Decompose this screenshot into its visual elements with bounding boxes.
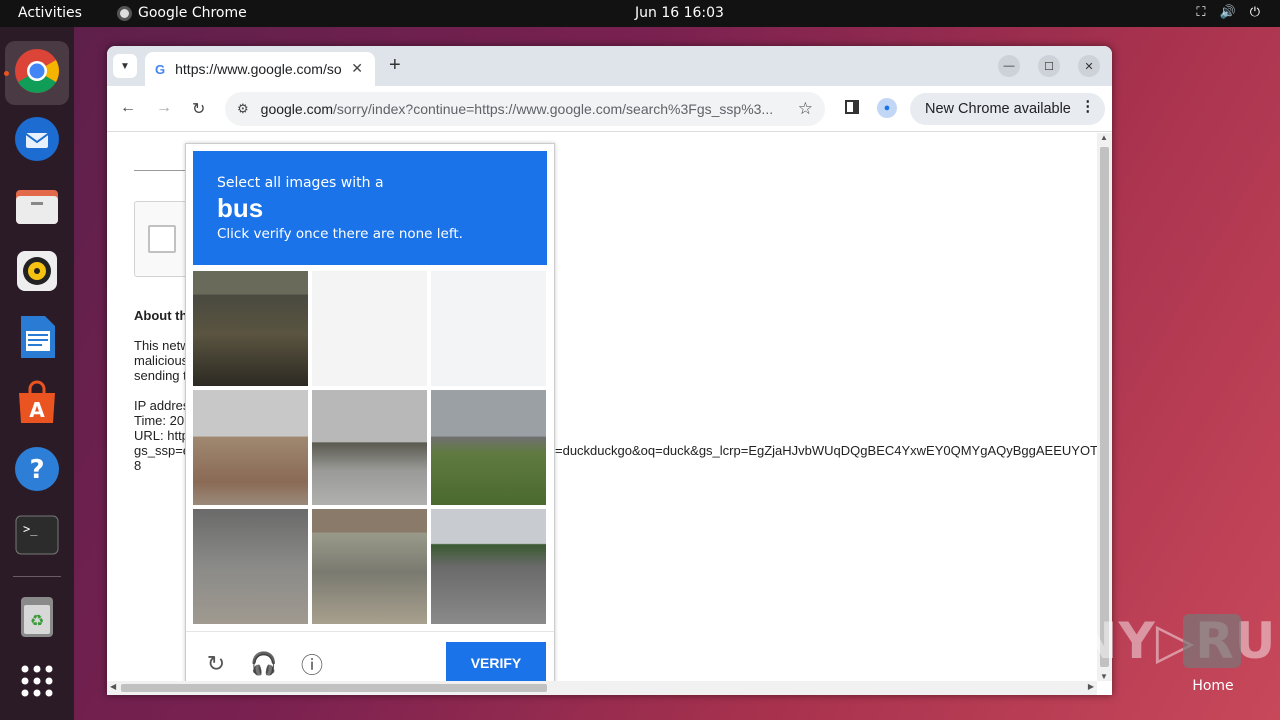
volume-icon: 🔊 (1219, 5, 1236, 20)
horizontal-scroll-thumb[interactable] (121, 684, 547, 692)
browser-toolbar: ← → ↻ ⚙ google.com/sorry/index?continue=… (107, 86, 1112, 132)
tab-title: https://www.google.com/sorry/index (175, 61, 342, 77)
menu-dots-icon: ⋮ (1080, 99, 1096, 115)
para-line: sending t (134, 368, 187, 383)
captcha-subinstruction: Click verify once there are none left. (217, 226, 463, 242)
captcha-tile[interactable] (193, 509, 308, 624)
captcha-tile[interactable] (431, 271, 546, 386)
writer-icon[interactable] (13, 313, 61, 361)
about-paragraph: This netw malicious sending t (134, 338, 190, 383)
minimize-button[interactable]: — (998, 55, 1020, 77)
new-chrome-available-button[interactable]: New Chrome available ⋮ (910, 93, 1105, 125)
anyrun-watermark: ANY▷RUN (1036, 612, 1280, 670)
tab-search-button[interactable]: ▼ (113, 54, 137, 78)
files-icon[interactable] (13, 182, 61, 230)
ip-line: IP addres (134, 398, 190, 413)
app-grid-icon[interactable] (13, 657, 61, 705)
chrome-window: ▼ G https://www.google.com/sorry/index ✕… (107, 46, 1112, 695)
chrome-icon[interactable] (13, 47, 61, 95)
captcha-tile[interactable] (312, 271, 427, 386)
vertical-scrollbar[interactable]: ▲ ▼ (1097, 133, 1112, 681)
captcha-target: bus (217, 193, 264, 223)
captcha-tile[interactable] (312, 509, 427, 624)
url-line-cont: gs_ssp=e (134, 443, 191, 458)
recaptcha-checkbox[interactable] (148, 225, 176, 253)
audio-challenge-icon[interactable]: 🎧 (250, 651, 277, 677)
chrome-small-icon (117, 5, 132, 21)
side-panel-icon[interactable] (845, 100, 859, 114)
request-details: IP addres Time: 20 URL: http gs_ssp=e 8 (134, 398, 190, 473)
para-line: malicious (134, 353, 189, 368)
page-content: About th This netw malicious sending t I… (107, 133, 1098, 691)
url-tail-text: =duckduckgo&oq=duck&gs_lcrp=EgZjaHJvbWUq… (555, 443, 1098, 458)
svg-text:?: ? (29, 455, 44, 485)
app-name: Google Chrome (138, 5, 247, 21)
maximize-button[interactable]: ☐ (1038, 55, 1060, 77)
running-indicator (4, 71, 9, 76)
chevron-down-icon: ▼ (120, 60, 130, 72)
terminal-icon[interactable]: >_ (13, 511, 61, 559)
activities-button[interactable]: Activities (18, 5, 82, 21)
app-menu[interactable]: Google Chrome (117, 5, 247, 21)
help-icon[interactable]: ? (13, 445, 61, 493)
new-tab-button[interactable]: + (389, 54, 401, 77)
thunderbird-icon[interactable] (13, 115, 61, 163)
dock-separator (13, 576, 61, 577)
back-button[interactable]: ← (120, 99, 136, 117)
captcha-tile[interactable] (431, 390, 546, 505)
tab-strip: ▼ G https://www.google.com/sorry/index ✕… (107, 46, 1112, 86)
svg-text:A: A (29, 398, 45, 422)
captcha-challenge: Select all images with a bus Click verif… (185, 143, 555, 691)
clock[interactable]: Jun 16 16:03 (635, 5, 724, 21)
para-line: This netw (134, 338, 190, 353)
reload-button[interactable]: ↻ (192, 99, 205, 119)
url-line: URL: http (134, 428, 189, 443)
verify-button[interactable]: VERIFY (446, 642, 546, 684)
reload-challenge-icon[interactable]: ↻ (203, 651, 229, 677)
home-label: Home (1192, 678, 1234, 694)
google-favicon-icon: G (155, 61, 166, 77)
network-icon: ⛶ (1196, 5, 1206, 20)
vertical-scroll-thumb[interactable] (1100, 147, 1109, 667)
address-bar[interactable]: ⚙ google.com/sorry/index?continue=https:… (225, 92, 825, 126)
power-icon: ⏻ (1249, 5, 1260, 20)
scroll-down-icon[interactable]: ▼ (1100, 672, 1108, 681)
profile-avatar-icon[interactable]: ● (877, 98, 897, 118)
rhythmbox-icon[interactable] (13, 247, 61, 295)
site-info-icon[interactable]: ⚙ (237, 101, 249, 117)
captcha-header: Select all images with a bus Click verif… (193, 151, 547, 265)
url-domain: google.com (260, 101, 334, 117)
captcha-tile[interactable] (193, 271, 308, 386)
new-chrome-label: New Chrome available (925, 101, 1071, 117)
system-tray[interactable]: ⛶ 🔊 ⏻ (1196, 5, 1260, 20)
dock: A ? >_ ♻ (0, 27, 74, 720)
about-heading: About th (134, 308, 188, 323)
info-icon[interactable]: ⓘ (299, 651, 325, 678)
tab-active[interactable]: G https://www.google.com/sorry/index ✕ (145, 52, 375, 86)
captcha-tile[interactable] (193, 390, 308, 505)
home-folder-icon[interactable] (1183, 614, 1241, 668)
horizontal-scrollbar[interactable]: ◀ ▶ (107, 681, 1097, 695)
top-bar: Activities Google Chrome Jun 16 16:03 ⛶ … (0, 0, 1280, 27)
svg-text:>_: >_ (23, 522, 38, 536)
captcha-tile[interactable] (431, 509, 546, 624)
time-line: Time: 20 (134, 413, 185, 428)
captcha-tile[interactable] (312, 390, 427, 505)
app-center-icon[interactable]: A (13, 379, 61, 427)
forward-button[interactable]: → (156, 99, 172, 117)
bookmark-star-icon[interactable]: ☆ (798, 99, 813, 119)
captcha-instruction: Select all images with a (217, 175, 384, 191)
scroll-left-icon[interactable]: ◀ (110, 682, 116, 691)
svg-text:♻: ♻ (30, 611, 44, 630)
scroll-right-icon[interactable]: ▶ (1088, 682, 1094, 691)
url-path: /sorry/index?continue=https://www.google… (333, 101, 774, 117)
trash-icon[interactable]: ♻ (13, 593, 61, 641)
url-text: google.com/sorry/index?continue=https://… (261, 101, 791, 117)
scroll-up-icon[interactable]: ▲ (1100, 133, 1108, 142)
close-window-button[interactable]: ✕ (1078, 55, 1100, 77)
url-line-end: 8 (134, 458, 142, 473)
tab-close-icon[interactable]: ✕ (351, 60, 363, 77)
